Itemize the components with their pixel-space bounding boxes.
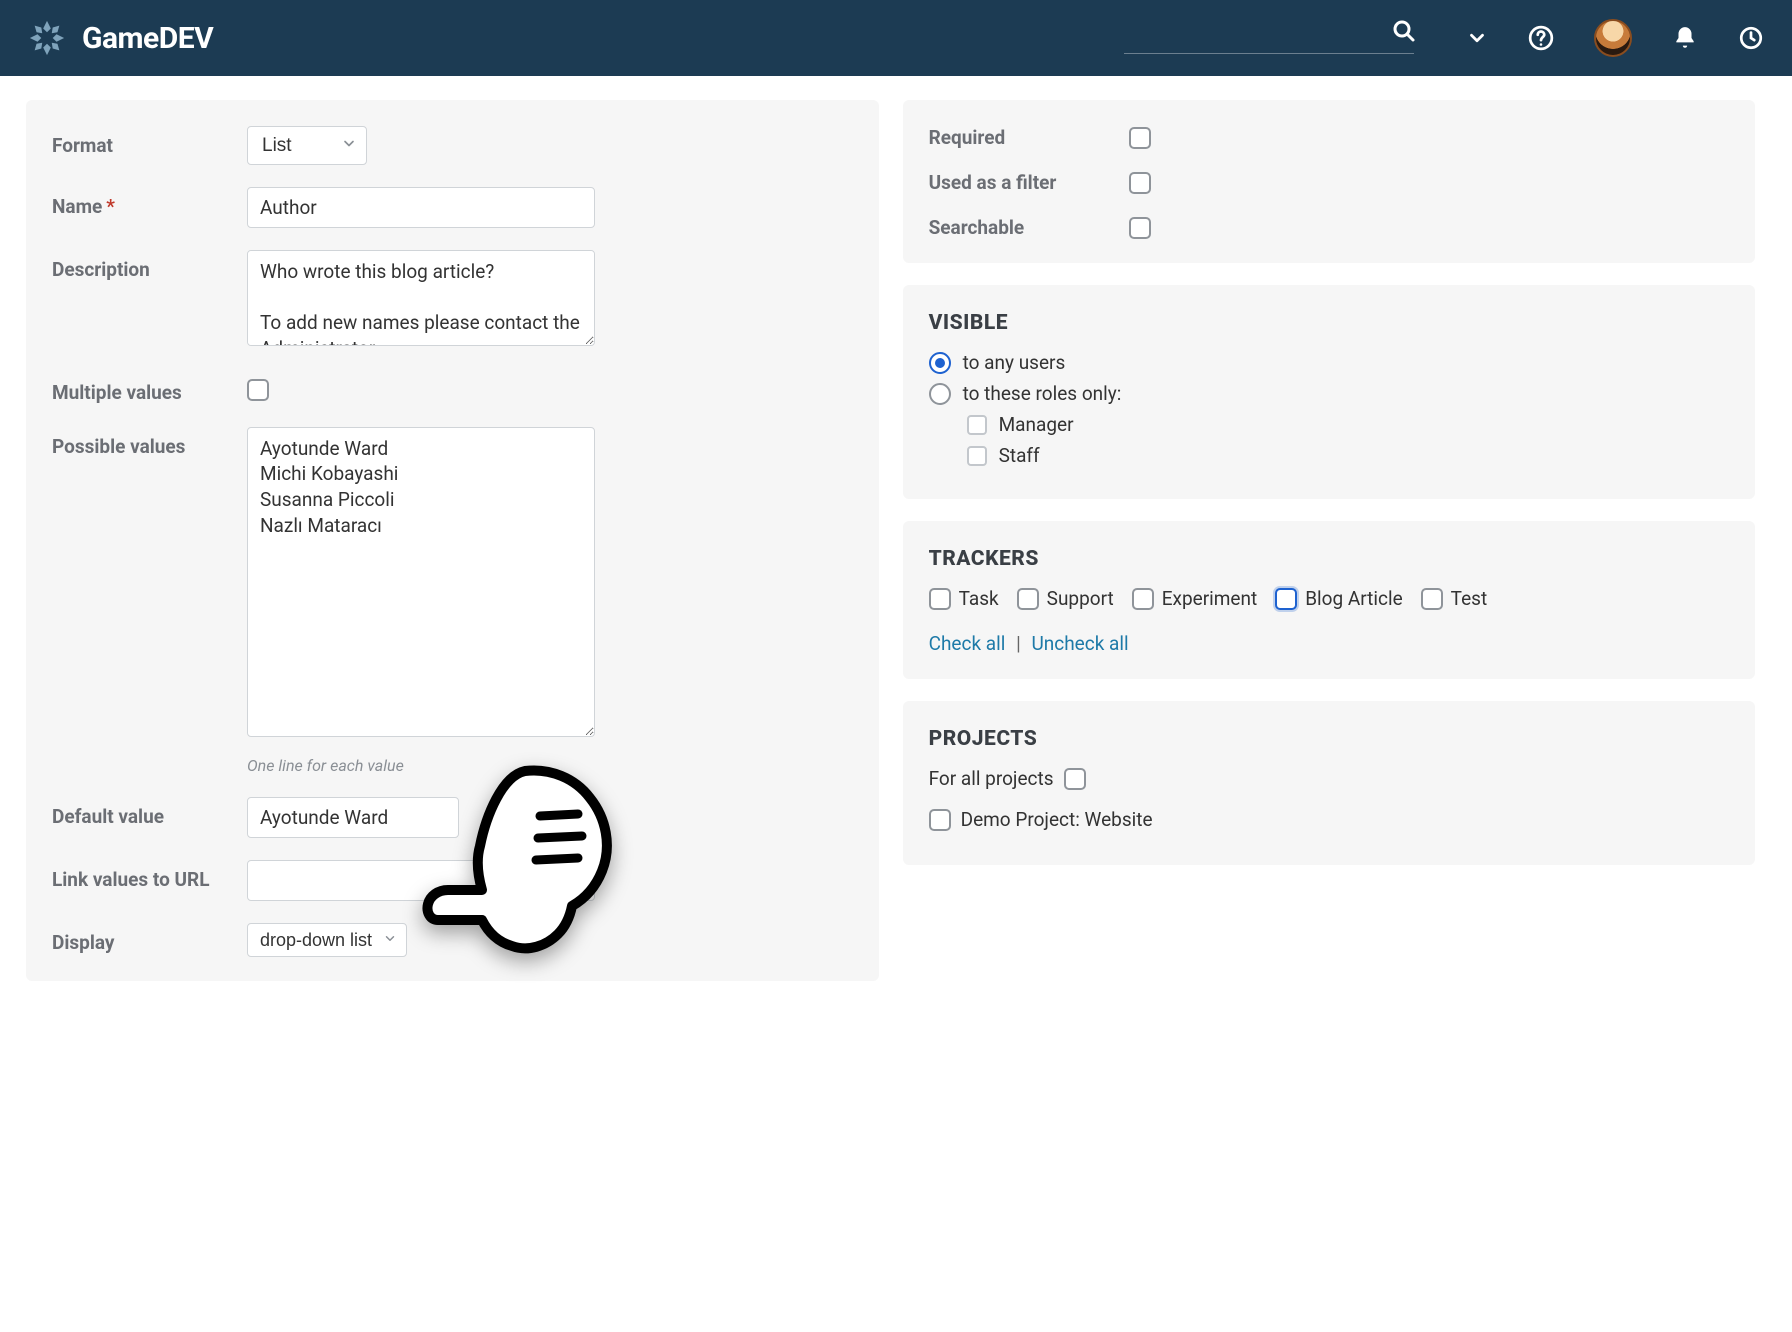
searchable-label: Searchable xyxy=(929,216,1129,239)
possible-values-hint: One line for each value xyxy=(247,756,595,775)
flags-panel: Required Used as a filter Searchable xyxy=(903,100,1756,263)
required-mark: * xyxy=(106,195,115,218)
role-staff[interactable]: Staff xyxy=(967,444,1730,467)
tracker-task[interactable]: Task xyxy=(929,587,999,610)
visible-panel: VISIBLE to any users to these roles only… xyxy=(903,285,1756,499)
check-all-link[interactable]: Check all xyxy=(929,632,1006,655)
tracker-blog-article[interactable]: Blog Article xyxy=(1275,587,1402,610)
right-column: Required Used as a filter Searchable VIS… xyxy=(903,100,1756,981)
trackers-bulk-links: Check all | Uncheck all xyxy=(929,632,1730,655)
global-search xyxy=(1124,23,1414,54)
multiple-values-checkbox[interactable] xyxy=(247,379,269,401)
required-checkbox[interactable] xyxy=(1129,127,1151,149)
required-label: Required xyxy=(929,126,1129,149)
tracker-support[interactable]: Support xyxy=(1017,587,1114,610)
projects-panel: PROJECTS For all projects Demo Project: … xyxy=(903,701,1756,865)
visible-any-users[interactable]: to any users xyxy=(929,351,1730,374)
visible-title: VISIBLE xyxy=(929,311,1730,335)
description-textarea[interactable] xyxy=(247,250,595,346)
tracker-support-checkbox[interactable] xyxy=(1017,588,1039,610)
main: Format List Name* xyxy=(0,76,1792,1005)
brand-text: GameDEV xyxy=(82,21,213,56)
help-icon[interactable] xyxy=(1528,25,1554,51)
brand-wrap: GameDEV xyxy=(28,19,213,57)
role-manager[interactable]: Manager xyxy=(967,413,1730,436)
search-icon[interactable] xyxy=(1392,19,1416,49)
name-label: Name* xyxy=(52,187,247,219)
left-column: Format List Name* xyxy=(26,100,879,981)
search-input[interactable] xyxy=(1124,23,1414,54)
display-label: Display xyxy=(52,923,247,955)
link-values-label: Link values to URL xyxy=(52,860,247,892)
tracker-experiment[interactable]: Experiment xyxy=(1132,587,1257,610)
possible-values-label: Possible values xyxy=(52,427,247,459)
visible-roles-radio[interactable] xyxy=(929,383,951,405)
default-value-input[interactable] xyxy=(247,797,459,838)
clock-icon[interactable] xyxy=(1738,25,1764,51)
uncheck-all-link[interactable]: Uncheck all xyxy=(1031,632,1128,655)
trackers-row: Task Support Experiment Blog Article Tes… xyxy=(929,587,1730,610)
description-label: Description xyxy=(52,250,247,282)
searchable-checkbox[interactable] xyxy=(1129,217,1151,239)
avatar[interactable] xyxy=(1594,19,1632,57)
project-item[interactable]: Demo Project: Website xyxy=(929,808,1730,831)
link-values-input[interactable] xyxy=(247,860,595,901)
field-definition-panel: Format List Name* xyxy=(26,100,879,981)
chevron-down-icon[interactable] xyxy=(1466,27,1488,49)
top-icons xyxy=(1466,19,1764,57)
used-as-filter-label: Used as a filter xyxy=(929,171,1129,194)
bell-icon[interactable] xyxy=(1672,25,1698,51)
default-value-label: Default value xyxy=(52,797,247,829)
possible-values-textarea[interactable] xyxy=(247,427,595,737)
format-select[interactable]: List xyxy=(247,126,367,165)
for-all-projects-checkbox[interactable] xyxy=(1064,768,1086,790)
multiple-values-label: Multiple values xyxy=(52,373,247,405)
display-select[interactable]: drop-down list xyxy=(247,923,407,957)
trackers-title: TRACKERS xyxy=(929,547,1730,571)
tracker-blog-article-checkbox[interactable] xyxy=(1275,588,1297,610)
logo-icon xyxy=(28,19,66,57)
for-all-projects[interactable]: For all projects xyxy=(929,767,1730,790)
projects-title: PROJECTS xyxy=(929,727,1730,751)
name-input[interactable] xyxy=(247,187,595,228)
topbar: GameDEV xyxy=(0,0,1792,76)
visible-roles-only[interactable]: to these roles only: xyxy=(929,382,1730,405)
role-staff-checkbox[interactable] xyxy=(967,446,987,466)
tracker-experiment-checkbox[interactable] xyxy=(1132,588,1154,610)
project-item-checkbox[interactable] xyxy=(929,809,951,831)
visible-any-radio[interactable] xyxy=(929,352,951,374)
trackers-panel: TRACKERS Task Support Experiment Blog Ar… xyxy=(903,521,1756,679)
tracker-test-checkbox[interactable] xyxy=(1421,588,1443,610)
used-as-filter-checkbox[interactable] xyxy=(1129,172,1151,194)
format-label: Format xyxy=(52,126,247,158)
tracker-task-checkbox[interactable] xyxy=(929,588,951,610)
role-manager-checkbox[interactable] xyxy=(967,415,987,435)
tracker-test[interactable]: Test xyxy=(1421,587,1488,610)
